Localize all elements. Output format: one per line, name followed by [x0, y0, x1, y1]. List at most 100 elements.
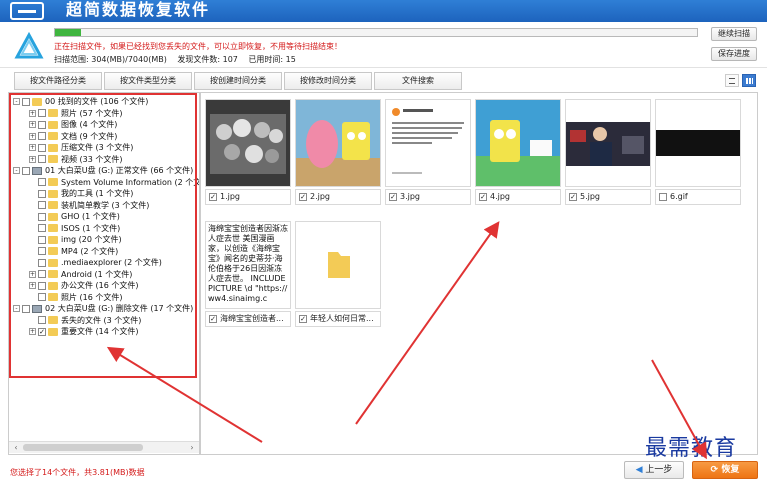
- tree-checkbox[interactable]: [38, 258, 46, 267]
- file-checkbox[interactable]: ✓: [569, 192, 577, 201]
- tree-checkbox[interactable]: [38, 270, 46, 278]
- tree-item[interactable]: - 01 大白菜U盘 (G:) 正常文件 (66 个文件): [13, 165, 193, 177]
- file-name: 5.jpg: [580, 192, 601, 201]
- expand-icon[interactable]: +: [29, 155, 36, 163]
- tree-checkbox[interactable]: [38, 327, 46, 336]
- tree-checkbox[interactable]: [38, 293, 46, 301]
- tree-checkbox[interactable]: [38, 212, 46, 221]
- tree-item-label: MP4 (2 个文件): [61, 246, 119, 256]
- expand-icon[interactable]: +: [29, 282, 36, 289]
- file-card[interactable]: 海绵宝宝创造者因渐冻人症去世 美国漫画家，以创造《海绵宝宝》闻名的史蒂芬·海伦伯…: [205, 221, 291, 329]
- prev-step-button[interactable]: ◀ 上一步: [624, 461, 684, 479]
- tree-checkbox[interactable]: [38, 143, 46, 152]
- file-card[interactable]: ✓ 2.jpg: [295, 99, 381, 207]
- expand-icon[interactable]: +: [29, 132, 36, 140]
- tree-item[interactable]: + 照片 (57 个文件): [29, 108, 123, 120]
- tree-item[interactable]: ISOS (1 个文件): [29, 223, 120, 235]
- tab-by-path[interactable]: 按文件路径分类: [14, 72, 102, 90]
- file-checkbox[interactable]: ✓: [299, 314, 307, 323]
- file-card[interactable]: ✓ 4.jpg: [475, 99, 561, 207]
- collapse-icon[interactable]: -: [13, 305, 20, 312]
- expand-icon[interactable]: +: [29, 121, 36, 128]
- file-card[interactable]: ✓ 1.jpg: [205, 99, 291, 207]
- tree-checkbox[interactable]: [38, 120, 46, 129]
- scroll-thumb[interactable]: [23, 444, 143, 451]
- tree-checkbox[interactable]: [38, 201, 46, 209]
- tree-item[interactable]: + 重要文件 (14 个文件): [29, 326, 139, 338]
- file-checkbox[interactable]: ✓: [209, 192, 217, 201]
- recover-button[interactable]: ⟳ 恢复: [692, 461, 758, 479]
- file-card[interactable]: ✓ 5.jpg: [565, 99, 651, 207]
- tree-item[interactable]: + 视频 (33 个文件): [29, 154, 123, 166]
- tree-checkbox[interactable]: [22, 166, 30, 175]
- tree-checkbox[interactable]: [38, 109, 46, 117]
- tab-file-search[interactable]: 文件搜索: [374, 72, 462, 90]
- tree-item-label: .mediaexplorer (2 个文件): [61, 258, 162, 267]
- expand-icon[interactable]: +: [29, 328, 36, 335]
- file-checkbox[interactable]: ✓: [209, 314, 217, 323]
- file-checkbox[interactable]: [659, 192, 667, 201]
- file-checkbox[interactable]: ✓: [299, 192, 307, 201]
- file-checkbox[interactable]: ✓: [389, 192, 397, 201]
- tree-item[interactable]: + 文档 (9 个文件): [29, 131, 117, 143]
- tree-checkbox[interactable]: [38, 281, 46, 290]
- tree-item[interactable]: 丢失的文件 (3 个文件): [29, 315, 141, 327]
- scroll-right-icon[interactable]: ›: [187, 442, 197, 453]
- tree-item[interactable]: MP4 (2 个文件): [29, 246, 118, 258]
- tree-item[interactable]: .mediaexplorer (2 个文件): [29, 257, 162, 269]
- list-view-icon[interactable]: [725, 74, 739, 87]
- tree-checkbox[interactable]: [38, 316, 46, 324]
- folder-icon: [48, 201, 58, 209]
- tree-item[interactable]: + 图像 (4 个文件): [29, 119, 117, 131]
- save-progress-button[interactable]: 保存进度: [711, 47, 757, 61]
- tree-checkbox[interactable]: [22, 304, 30, 313]
- scan-header: 正在扫描文件，如果已经找到您丢失的文件，可以立即恢复，不用等待扫描结束！ 扫描范…: [0, 22, 767, 68]
- tree-item[interactable]: GHO (1 个文件): [29, 211, 120, 223]
- tree-item[interactable]: System Volume Information (2 个文件): [29, 177, 199, 189]
- tree-checkbox[interactable]: [38, 132, 46, 140]
- tree-checkbox[interactable]: [38, 189, 46, 198]
- tree-item[interactable]: + 办公文件 (16 个文件): [29, 280, 139, 292]
- tab-by-created[interactable]: 按创建时间分类: [194, 72, 282, 90]
- tree-item[interactable]: + Android (1 个文件): [29, 269, 132, 281]
- tab-by-type[interactable]: 按文件类型分类: [104, 72, 192, 90]
- folder-tree[interactable]: - 00 找到的文件 (106 个文件) + 照片 (57 个文件) + 图像 (4 个文…: [8, 92, 200, 455]
- scan-info: 扫描范围: 304(MB)/7040(MB) 发现文件数: 107 已用时间: …: [54, 54, 304, 65]
- tree-checkbox[interactable]: [38, 235, 46, 244]
- found-count: 发现文件数: 107: [177, 55, 238, 64]
- tree-item[interactable]: - 02 大白菜U盘 (G:) 删除文件 (17 个文件): [13, 303, 193, 315]
- tree-item-label: ISOS (1 个文件): [61, 223, 121, 233]
- tree-checkbox[interactable]: [38, 155, 46, 163]
- tree-item[interactable]: img (20 个文件): [29, 234, 122, 246]
- tree-checkbox[interactable]: [38, 247, 46, 255]
- file-card[interactable]: ✓ 3.jpg: [385, 99, 471, 207]
- file-card[interactable]: ✓ 年轻人如何日常...: [295, 221, 381, 329]
- continue-scan-button[interactable]: 继续扫描: [711, 27, 757, 41]
- tree-item-label: 01 大白菜U盘 (G:) 正常文件 (66 个文件): [45, 166, 194, 175]
- expand-icon[interactable]: +: [29, 144, 36, 151]
- file-checkbox[interactable]: ✓: [479, 192, 487, 201]
- tree-item[interactable]: - 00 找到的文件 (106 个文件): [13, 96, 148, 108]
- scroll-left-icon[interactable]: ‹: [11, 442, 21, 453]
- tree-checkbox[interactable]: [22, 97, 30, 106]
- collapse-icon[interactable]: -: [13, 98, 20, 105]
- recover-icon: ⟳: [710, 465, 719, 475]
- tree-checkbox[interactable]: [38, 178, 46, 186]
- text-preview: 海绵宝宝创造者因渐冻人症去世 美国漫画家，以创造《海绵宝宝》闻名的史蒂芬·海伦伯…: [208, 224, 288, 303]
- tree-item[interactable]: 装机简单教学 (3 个文件): [29, 200, 149, 212]
- grid-view-icon[interactable]: [742, 74, 756, 87]
- tree-checkbox[interactable]: [38, 224, 46, 232]
- file-thumbnail: [385, 99, 471, 187]
- tree-item[interactable]: 照片 (16 个文件): [29, 292, 123, 304]
- tree-item[interactable]: + 压缩文件 (3 个文件): [29, 142, 133, 154]
- file-card[interactable]: 6.gif: [655, 99, 741, 207]
- expand-icon[interactable]: +: [29, 109, 36, 117]
- tree-item-label: 压缩文件 (3 个文件): [61, 143, 134, 152]
- tab-by-modified[interactable]: 按修改时间分类: [284, 72, 372, 90]
- tree-horizontal-scrollbar[interactable]: ‹ ›: [9, 441, 199, 453]
- collapse-icon[interactable]: -: [13, 167, 20, 174]
- file-thumbnail: [295, 99, 381, 187]
- expand-icon[interactable]: +: [29, 270, 36, 278]
- tree-item-label: 00 找到的文件 (106 个文件): [45, 97, 149, 106]
- tree-item[interactable]: 我的工具 (1 个文件): [29, 188, 133, 200]
